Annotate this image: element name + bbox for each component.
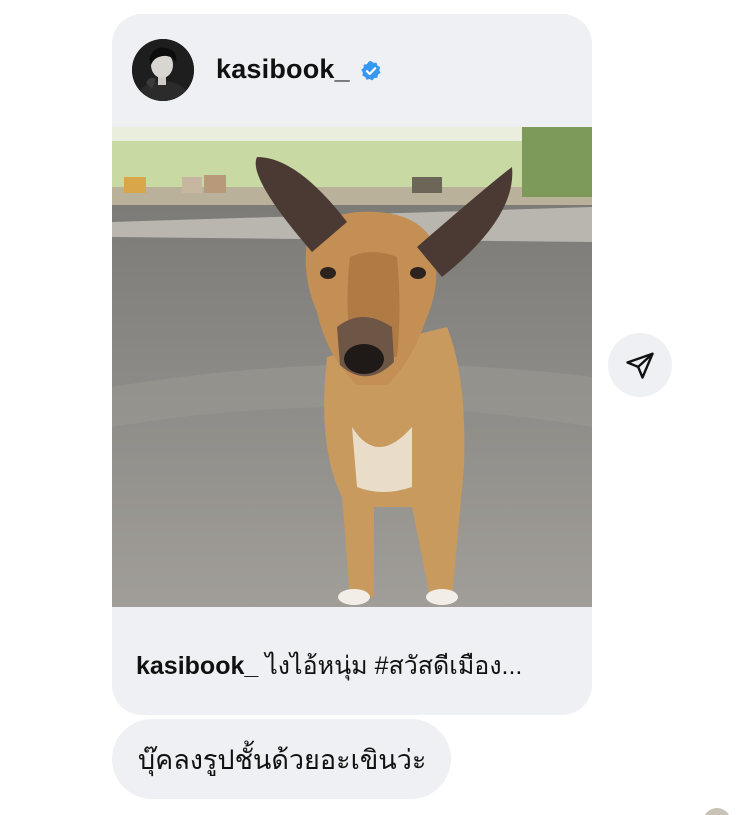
- post-image[interactable]: [112, 127, 592, 607]
- send-icon: [626, 352, 654, 379]
- post-username[interactable]: kasibook_: [216, 54, 350, 85]
- dog-photo: [112, 127, 592, 607]
- post-caption[interactable]: kasibook_ ไงไอ้หนุ่ม #สวัสดีเมือง...: [136, 646, 576, 686]
- share-button[interactable]: [608, 333, 672, 397]
- post-header[interactable]: kasibook_: [112, 14, 592, 127]
- caption-text: ไงไอ้หนุ่ม #สวัสดีเมือง...: [258, 652, 523, 680]
- caption-username: kasibook_: [136, 652, 259, 680]
- chat-thread: kasibook_ kasibook_ ไงไอ้หนุ่ม #สวัสดีเม…: [0, 0, 750, 815]
- message-text: บุ๊คลงรูปชั้นด้วยอะเขินว่ะ: [138, 744, 427, 775]
- verified-badge-icon: [361, 60, 381, 81]
- message-bubble[interactable]: บุ๊คลงรูปชั้นด้วยอะเขินว่ะ: [112, 719, 452, 799]
- shared-post-card[interactable]: kasibook_ kasibook_ ไงไอ้หนุ่ม #สวัสดีเม…: [112, 14, 592, 715]
- avatar[interactable]: [132, 39, 194, 101]
- avatar-photo: [132, 39, 194, 101]
- avatar[interactable]: [703, 808, 731, 815]
